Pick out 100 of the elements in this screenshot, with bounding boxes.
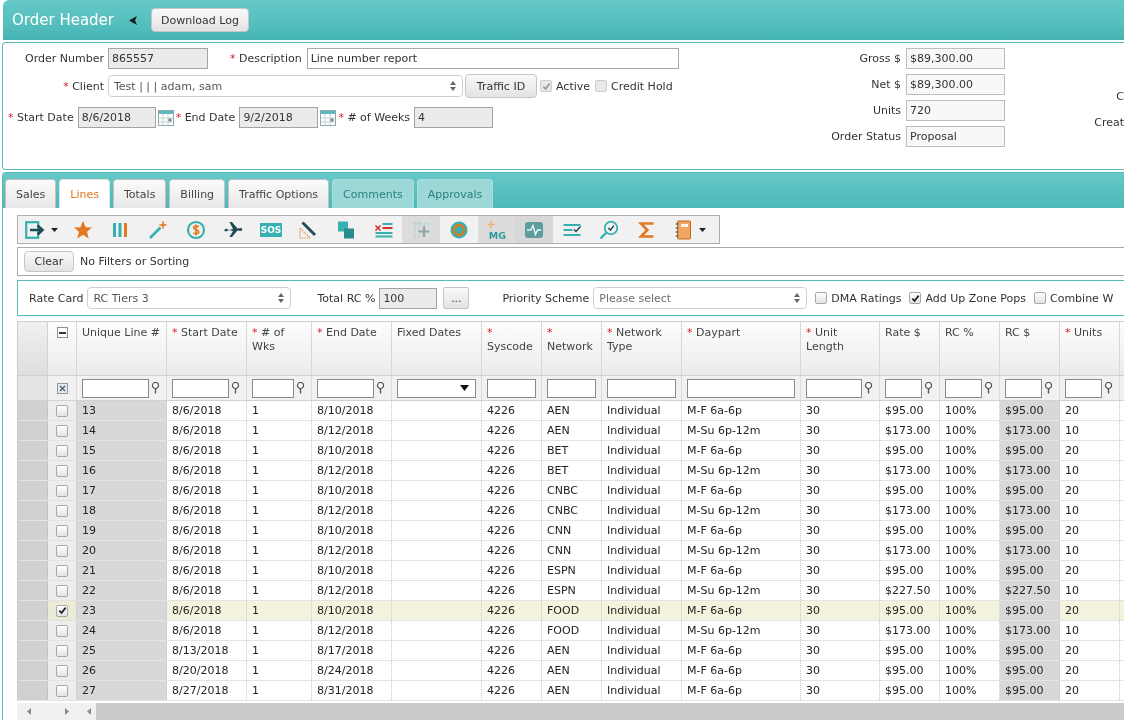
column-header[interactable]: * End Date xyxy=(312,322,392,375)
row-checkbox[interactable] xyxy=(56,484,68,497)
filter-field[interactable] xyxy=(547,378,596,398)
table-cell: $95.00 xyxy=(1000,401,1060,420)
column-header[interactable]: * Network Type xyxy=(602,322,682,375)
table-cell: $173.00 xyxy=(1000,421,1060,440)
table-cell: M-Su 6p-12m xyxy=(682,541,801,560)
filter-icon[interactable] xyxy=(1044,382,1053,394)
scroll-left-icon[interactable] xyxy=(27,708,31,715)
table-cell: 20 xyxy=(1060,561,1120,580)
tab[interactable]: Billing xyxy=(169,179,226,208)
filter-field[interactable] xyxy=(945,378,982,398)
table-cell: 8/12/2018 xyxy=(312,581,392,600)
table-cell: 1 xyxy=(247,581,312,600)
value-field[interactable]: $89,300.00 xyxy=(906,48,1005,69)
table-cell: 4226 xyxy=(482,421,542,440)
filter-field[interactable] xyxy=(607,378,676,398)
priority-scheme-select[interactable]: Please select xyxy=(593,287,808,309)
column-header[interactable]: RC % xyxy=(940,322,1000,375)
filter-field[interactable] xyxy=(82,378,149,398)
column-header[interactable]: * Start Date xyxy=(167,322,247,375)
checkmark-icon xyxy=(541,81,551,91)
start-date-field[interactable]: 8/6/2018 xyxy=(77,107,156,128)
column-header[interactable]: * Network xyxy=(542,322,602,375)
tab[interactable]: Traffic Options xyxy=(228,179,330,208)
table-cell: 30 xyxy=(801,481,880,500)
clear-filter-icon[interactable] xyxy=(56,382,68,394)
filter-field[interactable] xyxy=(487,378,536,398)
table-cell: FOOD xyxy=(542,621,602,640)
filter-dropdown[interactable] xyxy=(397,378,476,398)
column-header[interactable]: * Unit Length xyxy=(801,322,880,375)
filter-field[interactable] xyxy=(806,378,862,398)
filter-field[interactable] xyxy=(885,378,922,398)
scroll-right-icon[interactable] xyxy=(65,708,69,715)
select-all-checkbox[interactable] xyxy=(56,327,68,338)
filter-field[interactable] xyxy=(172,378,229,398)
column-header[interactable]: * # of Wks xyxy=(247,322,312,375)
row-checkbox[interactable] xyxy=(56,544,68,557)
column-header[interactable]: * Daypart xyxy=(682,322,801,375)
filter-icon[interactable] xyxy=(151,382,160,394)
description-field[interactable]: Line number report xyxy=(306,48,679,69)
row-checkbox[interactable] xyxy=(56,524,68,537)
filter-field[interactable] xyxy=(317,378,374,398)
value-field[interactable]: $89,300.00 xyxy=(906,74,1005,95)
filter-field[interactable] xyxy=(1065,378,1102,398)
scroll-left-icon[interactable] xyxy=(87,708,91,715)
column-header[interactable]: * Syscode xyxy=(482,322,542,375)
more-button[interactable]: ... xyxy=(443,287,470,309)
column-header[interactable]: RC $ xyxy=(1000,322,1060,375)
row-checkbox[interactable] xyxy=(56,444,68,457)
value-field[interactable]: Proposal xyxy=(906,126,1005,147)
left-arrowhead-icon[interactable] xyxy=(129,15,137,25)
table-cell: 8/6/2018 xyxy=(167,421,247,440)
end-date-field[interactable]: 9/2/2018 xyxy=(239,107,319,128)
calendar-icon[interactable] xyxy=(157,109,174,126)
row-checkbox[interactable] xyxy=(56,624,68,637)
table-cell: $173.00 xyxy=(1000,621,1060,640)
table-cell: $95.00 xyxy=(1000,641,1060,660)
checkbox[interactable] xyxy=(815,292,828,304)
column-header[interactable]: Unique Line # xyxy=(77,322,167,375)
filter-field[interactable] xyxy=(687,378,795,398)
row-checkbox[interactable] xyxy=(56,504,68,517)
filter-field[interactable] xyxy=(1005,378,1042,398)
row-checkbox[interactable] xyxy=(56,564,68,577)
checkbox[interactable] xyxy=(1034,292,1046,304)
filter-field[interactable] xyxy=(252,378,294,398)
weeks-field[interactable]: 4 xyxy=(414,107,494,128)
filter-icon[interactable] xyxy=(231,382,240,394)
download-log-button[interactable]: Download Log xyxy=(151,8,249,32)
row-checkbox[interactable] xyxy=(56,644,68,657)
tab[interactable]: Totals xyxy=(112,179,167,208)
row-checkbox[interactable] xyxy=(56,664,68,677)
filter-icon[interactable] xyxy=(296,382,305,394)
row-checkbox[interactable] xyxy=(56,584,68,597)
table-cell: Individual xyxy=(602,621,682,640)
row-checkbox[interactable] xyxy=(56,404,68,417)
column-header[interactable]: Rate $ xyxy=(880,322,940,375)
order-number-field[interactable]: 865557 xyxy=(108,48,208,69)
filter-icon[interactable] xyxy=(924,382,933,394)
client-select[interactable]: Test | | | adam, sam xyxy=(108,75,463,97)
table-cell: 30 xyxy=(801,441,880,460)
row-checkbox[interactable] xyxy=(56,684,68,697)
rate-card-select[interactable]: RC Tiers 3 xyxy=(87,287,292,309)
value-field[interactable]: 720 xyxy=(906,100,1005,121)
filter-icon[interactable] xyxy=(376,382,385,394)
table-cell: Individual xyxy=(602,401,682,420)
column-header[interactable]: Fixed Dates xyxy=(392,322,482,375)
total-rc-field[interactable]: 100 xyxy=(379,287,438,309)
checkbox[interactable] xyxy=(909,292,922,304)
clear-button[interactable]: Clear xyxy=(24,251,74,272)
tab[interactable]: Sales xyxy=(5,179,57,208)
calendar-icon[interactable] xyxy=(320,109,337,126)
row-checkbox[interactable] xyxy=(56,424,68,437)
filter-icon[interactable] xyxy=(1104,382,1113,394)
checkbox-label: Combine W xyxy=(1050,291,1114,305)
traffic-id-button[interactable]: Traffic ID xyxy=(465,74,537,98)
row-checkbox[interactable] xyxy=(56,604,68,617)
filter-icon[interactable] xyxy=(984,382,993,394)
row-checkbox[interactable] xyxy=(56,464,68,477)
filter-icon[interactable] xyxy=(864,382,873,394)
